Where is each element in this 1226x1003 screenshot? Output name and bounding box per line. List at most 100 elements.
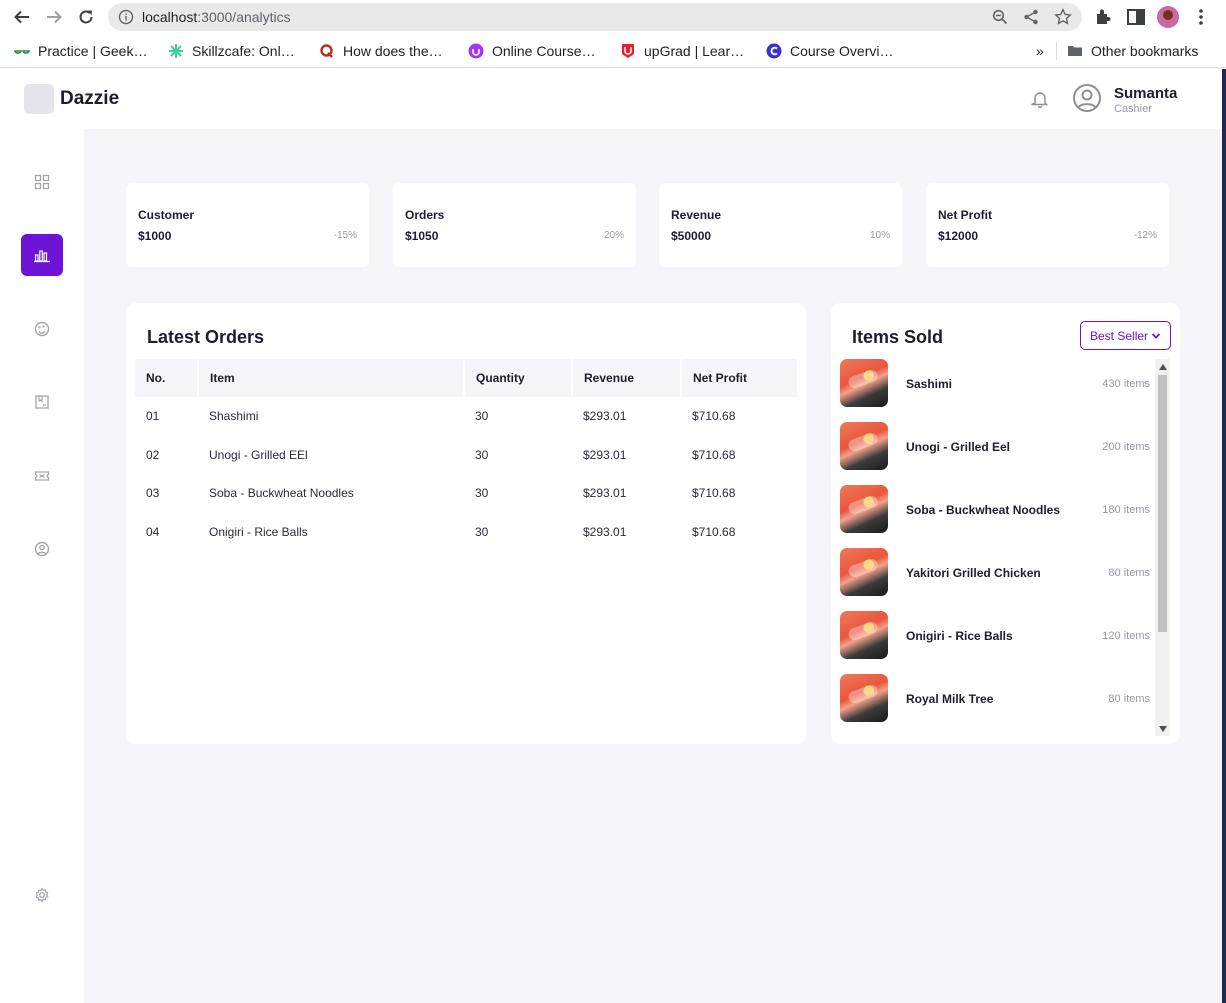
column-header: Quantity [464, 359, 573, 397]
table-row[interactable]: 04 Onigiri - Rice Balls 30 $293.01 $710.… [135, 513, 797, 552]
star-icon[interactable] [1054, 8, 1072, 26]
list-item[interactable]: Sashimi 430 items [840, 359, 1150, 407]
bookmark-upgrad[interactable]: upGrad | Lear… [620, 41, 744, 61]
stat-card-orders: Orders $1050 20% [393, 183, 636, 267]
item-name: Soba - Buckwheat Noodles [906, 503, 1061, 517]
list-item[interactable]: Royal Milk Tree 80 items [840, 674, 1150, 722]
scroll-up-icon[interactable] [1158, 362, 1167, 371]
order-revenue: $293.01 [583, 486, 627, 501]
share-icon[interactable] [1022, 8, 1040, 26]
order-item: Unogi - Grilled EEl [209, 447, 308, 462]
bookmarks-overflow-button[interactable]: » [1036, 41, 1044, 61]
bookmark-quora[interactable]: How does the… [319, 41, 443, 61]
food-image [840, 422, 888, 470]
list-item[interactable]: Soba - Buckwheat Noodles 180 items [840, 485, 1150, 533]
order-net-profit: $710.68 [692, 524, 736, 539]
stat-label: Revenue [671, 208, 722, 222]
order-net-profit: $710.68 [692, 447, 736, 462]
scroll-down-icon[interactable] [1158, 724, 1167, 733]
column-header: Item [198, 359, 465, 397]
skillzcafe-icon [168, 43, 184, 59]
item-count: 430 items [1102, 378, 1150, 390]
stat-card-net-profit: Net Profit $12000 -12% [926, 183, 1169, 267]
order-net-profit: $710.68 [692, 486, 736, 501]
sidebar-item-analytics[interactable] [21, 234, 63, 276]
reload-icon[interactable] [74, 5, 98, 29]
order-no: 04 [146, 524, 160, 539]
app-header: Dazzie Sumanta Cashier [0, 69, 1226, 129]
sidebar-item-profile[interactable] [21, 528, 63, 570]
bookmark-udemy[interactable]: Online Course… [468, 41, 596, 61]
bookmark-geeksforgeeks[interactable]: Practice | Geek… [14, 41, 147, 61]
sidebar-item-inventory[interactable] [21, 381, 63, 423]
user-name: Sumanta [1114, 85, 1178, 102]
desktop-background-edge [1222, 69, 1226, 1003]
scroll-thumb[interactable] [1158, 375, 1167, 632]
order-item: Soba - Buckwheat Noodles [209, 486, 354, 501]
stat-value: $50000 [671, 229, 712, 243]
browser-window: localhost:3000/analytics Practice | Geek… [0, 0, 1226, 1003]
side-panel-icon[interactable] [1125, 6, 1147, 28]
items-sold-panel: Items Sold Best Seller Sashimi 430 items… [831, 303, 1180, 744]
dropdown-label: Best Seller [1090, 328, 1149, 343]
user-avatar-icon[interactable] [1072, 83, 1102, 113]
item-name: Royal Milk Tree [906, 692, 994, 706]
latest-orders-panel: Latest Orders No. Item Quantity Revenue … [126, 303, 806, 744]
table-row[interactable]: 02 Unogi - Grilled EEl 30 $293.01 $710.6… [135, 436, 797, 475]
order-item: Shashimi [209, 409, 259, 424]
order-revenue: $293.01 [583, 524, 627, 539]
item-count: 120 items [1102, 630, 1150, 642]
url-text[interactable]: localhost:3000/analytics [142, 9, 291, 25]
column-header: No. [135, 359, 199, 397]
stat-value: $12000 [938, 229, 979, 243]
sidebar-item-menu[interactable] [21, 308, 63, 350]
site-info-icon[interactable] [118, 9, 134, 25]
item-count: 80 items [1108, 567, 1150, 579]
column-header: Net Profit [693, 371, 747, 385]
item-name: Yakitori Grilled Chicken [906, 566, 1041, 580]
order-net-profit: $710.68 [692, 409, 736, 424]
stat-change: 20% [603, 230, 624, 241]
item-count: 200 items [1102, 441, 1150, 453]
sidebar-item-dashboard[interactable] [21, 161, 63, 203]
chrome-menu-icon[interactable] [1190, 6, 1212, 28]
udemy-icon [468, 43, 484, 59]
best-seller-dropdown[interactable]: Best Seller [1080, 321, 1171, 350]
list-item[interactable]: Onigiri - Rice Balls 120 items [840, 611, 1150, 659]
table-row[interactable]: 01 Shashimi 30 $293.01 $710.68 [135, 397, 797, 436]
sidebar-item-settings[interactable] [21, 874, 63, 916]
bookmark-skillzcafe[interactable]: Skillzcafe: Onl… [168, 41, 295, 61]
order-quantity: 30 [475, 486, 489, 501]
stat-card-customer: Customer $1000 -15% [126, 183, 369, 267]
address-bar[interactable]: localhost:3000/analytics [108, 3, 1082, 31]
coursera-icon [766, 43, 782, 59]
bookmark-coursera[interactable]: Course Overvi… [766, 41, 893, 61]
stat-label: Orders [405, 208, 445, 222]
food-image [840, 548, 888, 596]
latest-orders-title: Latest Orders [147, 327, 265, 347]
order-no: 01 [146, 409, 160, 424]
box-icon [35, 395, 49, 409]
order-quantity: 30 [475, 409, 489, 424]
item-count: 180 items [1102, 504, 1150, 516]
palette-icon [34, 321, 50, 337]
table-row[interactable]: 03 Soba - Buckwheat Noodles 30 $293.01 $… [135, 474, 797, 513]
other-bookmarks-folder[interactable]: Other bookmarks [1067, 41, 1198, 61]
sidebar-item-tickets[interactable] [21, 455, 63, 497]
chevron-down-icon [1151, 332, 1161, 339]
bookmarks-bar: Practice | Geek… Skillzcafe: Onl… How do… [0, 34, 1226, 68]
food-image [840, 674, 888, 722]
forward-icon[interactable] [42, 5, 66, 29]
user-circle-icon [34, 541, 50, 557]
list-item[interactable]: Yakitori Grilled Chicken 80 items [840, 548, 1150, 596]
items-sold-title: Items Sold [852, 327, 944, 347]
extensions-icon[interactable] [1093, 6, 1115, 28]
zoom-icon[interactable] [991, 8, 1009, 26]
back-icon[interactable] [10, 5, 34, 29]
items-scrollbar[interactable] [1155, 359, 1170, 736]
brand-name: Dazzie [60, 88, 120, 109]
stat-change: -12% [1133, 230, 1157, 241]
profile-avatar[interactable] [1157, 6, 1179, 28]
list-item[interactable]: Unogi - Grilled Eel 200 items [840, 422, 1150, 470]
bell-icon[interactable] [1031, 90, 1049, 108]
